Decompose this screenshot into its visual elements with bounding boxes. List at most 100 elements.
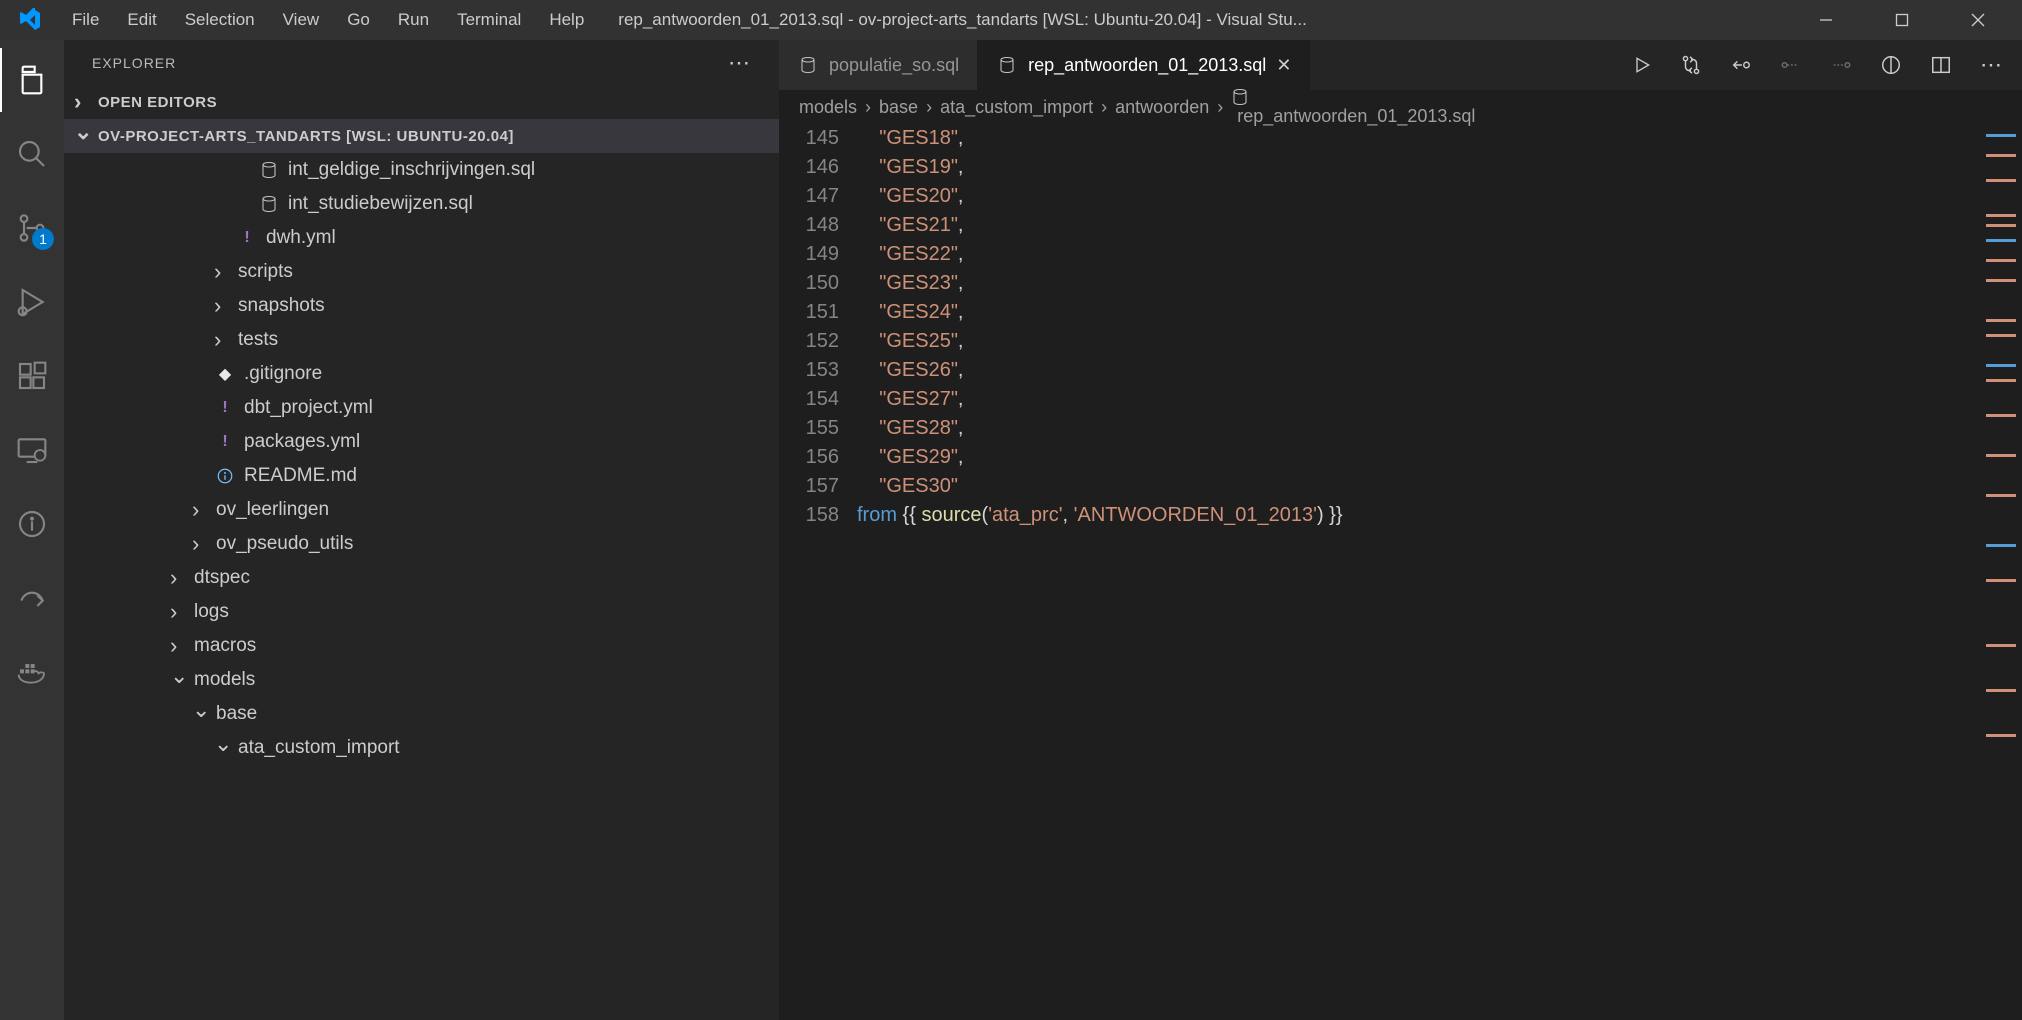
explorer-title: EXPLORER [92,55,176,71]
breadcrumb-separator-icon: › [865,97,871,118]
workspace-section[interactable]: OV-PROJECT-ARTS_TANDARTS [WSL: UBUNTU-20… [64,119,779,153]
breadcrumb-item[interactable]: rep_antwoorden_01_2013.sql [1231,88,1475,127]
tree-item[interactable]: ata_custom_import [64,731,779,765]
chevron-down-icon [74,123,92,149]
chevron-right-icon [170,599,186,625]
maximize-button[interactable] [1880,0,1924,40]
explorer-more-icon[interactable]: ⋯ [728,50,751,76]
explorer-header: EXPLORER ⋯ [64,40,779,85]
minimap[interactable] [1974,124,2022,1020]
prev-disabled-icon [1780,54,1802,76]
menu-terminal[interactable]: Terminal [443,10,535,30]
scm-activity-icon[interactable]: 1 [0,196,64,260]
run-icon[interactable] [1632,55,1652,75]
tree-item[interactable]: ! dwh.yml [64,221,779,255]
gutter: 1451461471481491501511521531541551561571… [779,124,857,1020]
tree-item[interactable]: int_geldige_inschrijvingen.sql [64,153,779,187]
tree-item[interactable]: ov_pseudo_utils [64,527,779,561]
breadcrumb-separator-icon: › [1217,97,1223,118]
explorer-activity-icon[interactable] [0,48,64,112]
window-title: rep_antwoorden_01_2013.sql - ov-project-… [618,10,1804,30]
title-bar: FileEditSelectionViewGoRunTerminalHelp r… [0,0,2022,40]
file-icon [797,54,819,76]
tree-item-label: int_studiebewijzen.sql [288,193,473,215]
tree-item-label: snapshots [238,295,325,317]
tree-item-label: tests [238,329,278,351]
vscode-logo-icon [18,8,42,32]
code-editor[interactable]: 1451461471481491501511521531541551561571… [779,124,2022,1020]
breadcrumb-item[interactable]: antwoorden [1115,97,1209,118]
gitlens-activity-icon[interactable] [0,492,64,556]
tree-item-label: logs [194,601,229,623]
tree-item-label: dtspec [194,567,250,589]
chevron-down-icon [170,667,186,693]
tree-item-label: scripts [238,261,293,283]
tree-item-label: dwh.yml [266,227,336,249]
tree-item-label: base [216,703,257,725]
menu-help[interactable]: Help [535,10,598,30]
tree-item[interactable]: !dbt_project.yml [64,391,779,425]
chevron-right-icon [170,565,186,591]
minimize-button[interactable] [1804,0,1848,40]
orientation-icon[interactable] [1880,54,1902,76]
breadcrumb[interactable]: models › base › ata_custom_import › antwoorden… [779,90,2022,124]
breadcrumb-item[interactable]: base [879,97,918,118]
prev-change-icon[interactable] [1730,54,1752,76]
menu-selection[interactable]: Selection [171,10,269,30]
tree-item[interactable]: README.md [64,459,779,493]
menu-run[interactable]: Run [384,10,443,30]
search-activity-icon[interactable] [0,122,64,186]
close-button[interactable] [1956,0,2000,40]
file-icon [258,193,280,215]
file-icon [258,159,280,181]
file-icon: ◆ [214,363,236,385]
open-editors-section[interactable]: OPEN EDITORS [64,85,779,119]
chevron-right-icon [214,293,230,319]
code-content[interactable]: "GES18", "GES19", "GES20", "GES21", "GES… [857,124,1974,1020]
next-disabled-icon [1830,54,1852,76]
chevron-right-icon [170,633,186,659]
tab-label: populatie_so.sql [829,55,959,76]
extensions-activity-icon[interactable] [0,344,64,408]
tree-item[interactable]: logs [64,595,779,629]
tree-item[interactable]: tests [64,323,779,357]
window-controls [1804,0,2012,40]
close-tab-icon[interactable]: ✕ [1276,55,1291,76]
tree-item[interactable]: macros [64,629,779,663]
tree-item-label: .gitignore [244,363,322,385]
tree-item[interactable]: models [64,663,779,697]
split-editor-icon[interactable] [1930,54,1952,76]
remote-explorer-activity-icon[interactable] [0,418,64,482]
tree-item[interactable]: dtspec [64,561,779,595]
breadcrumb-separator-icon: › [926,97,932,118]
docker-activity-icon[interactable] [0,640,64,704]
workspace-label: OV-PROJECT-ARTS_TANDARTS [WSL: UBUNTU-20… [98,128,514,145]
breadcrumb-separator-icon: › [1101,97,1107,118]
menu-file[interactable]: File [58,10,113,30]
editor-tab[interactable]: rep_antwoorden_01_2013.sql✕ [978,40,1310,90]
scm-badge: 1 [32,228,54,250]
editor-tab[interactable]: populatie_so.sql [779,40,978,90]
tree-item[interactable]: snapshots [64,289,779,323]
file-icon [996,54,1018,76]
tree-item[interactable]: !packages.yml [64,425,779,459]
breadcrumb-item[interactable]: ata_custom_import [940,97,1093,118]
run-debug-activity-icon[interactable] [0,270,64,334]
tree-item[interactable]: ◆ .gitignore [64,357,779,391]
menu-edit[interactable]: Edit [113,10,170,30]
editor-more-icon[interactable]: ⋯ [1980,52,2002,78]
tree-item[interactable]: base [64,697,779,731]
tree-item[interactable]: scripts [64,255,779,289]
breadcrumb-item[interactable]: models [799,97,857,118]
chevron-right-icon [214,327,230,353]
tree-item[interactable]: ov_leerlingen [64,493,779,527]
file-icon: ! [214,397,236,419]
menu-view[interactable]: View [269,10,334,30]
menu-go[interactable]: Go [333,10,384,30]
file-icon [214,465,236,487]
git-compare-icon[interactable] [1680,54,1702,76]
file-icon: ! [236,227,258,249]
share-activity-icon[interactable] [0,566,64,630]
tree-item[interactable]: int_studiebewijzen.sql [64,187,779,221]
file-tree: int_geldige_inschrijvingen.sql int_studie… [64,153,779,1020]
